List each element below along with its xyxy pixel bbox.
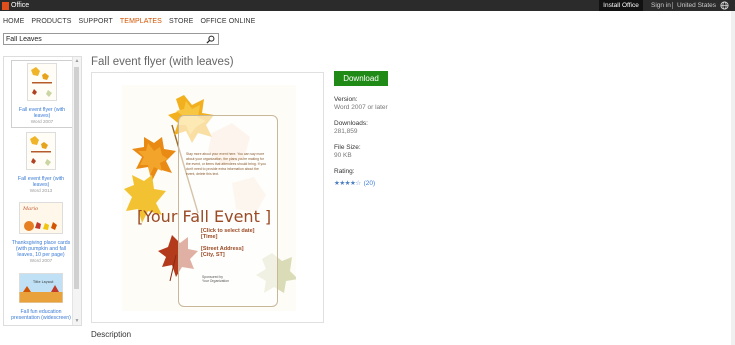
template-title: Fall event flyer (with leaves) bbox=[91, 56, 234, 68]
flyer-date-block: [Click to select date] [Time] bbox=[201, 228, 255, 240]
thumbnail-caption: Thanksgiving place cards (with pumpkin a… bbox=[11, 240, 71, 258]
thumbnail-image: Title Layout bbox=[19, 273, 63, 303]
thumbnail-scrollbar[interactable]: ▲ ▼ bbox=[72, 57, 81, 325]
thumbnail-version: Word 2013 bbox=[29, 188, 53, 193]
scroll-down-arrow-icon[interactable]: ▼ bbox=[74, 318, 80, 324]
nav-office-online[interactable]: OFFICE ONLINE bbox=[200, 18, 255, 25]
version-info: Version: Word 2007 or later bbox=[334, 96, 388, 112]
filesize-label: File Size: bbox=[334, 144, 361, 151]
sign-in-link[interactable]: Sign in bbox=[651, 0, 671, 11]
search-input[interactable] bbox=[6, 34, 196, 44]
page-scrollbar[interactable] bbox=[731, 11, 735, 345]
flyer-body-text: Stay more about your event here. You can… bbox=[186, 152, 266, 176]
search-icon[interactable] bbox=[206, 35, 215, 44]
flyer-address-block: [Street Address] [City, ST] bbox=[201, 246, 244, 258]
download-button[interactable]: Download bbox=[334, 71, 388, 86]
filesize-info: File Size: 90 KB bbox=[334, 144, 361, 160]
thumbnail-version: Word 2007 bbox=[29, 258, 53, 263]
downloads-value: 281,859 bbox=[334, 128, 358, 135]
thumbnail-preview-text: Title Layout bbox=[32, 280, 54, 284]
flyer-time: [Time] bbox=[201, 234, 218, 240]
template-thumbnail-list: Fall event flyer (with leaves) Word 2007… bbox=[3, 56, 82, 326]
nav-templates[interactable]: TEMPLATES bbox=[120, 18, 162, 25]
rating-label: Rating: bbox=[334, 168, 355, 175]
nav-home[interactable]: HOME bbox=[3, 18, 24, 25]
thumbnail-version: Word 2007 bbox=[30, 119, 54, 124]
star-rating-icon: ★★★★☆ bbox=[334, 180, 361, 187]
flyer-sponsor: Sponsored by Your Organization bbox=[202, 275, 229, 283]
version-value: Word 2007 or later bbox=[334, 104, 388, 111]
flyer-sponsor-org: Your Organization bbox=[202, 279, 230, 283]
rating-info: Rating: bbox=[334, 168, 355, 176]
flyer-city: [City, ST] bbox=[201, 252, 225, 258]
flyer-event-title: [Your Fall Event ] bbox=[137, 207, 272, 226]
thumbnail-item[interactable]: Fall event flyer (with leaves) Word 2013 bbox=[11, 130, 71, 196]
region-link[interactable]: United States bbox=[677, 0, 716, 11]
filesize-value: 90 KB bbox=[334, 152, 352, 159]
downloads-info: Downloads: 281,859 bbox=[334, 120, 368, 136]
rating-count-link[interactable]: (20) bbox=[364, 180, 376, 187]
thumbnail-caption: Fall event flyer (with leaves) bbox=[17, 176, 65, 188]
nav-store[interactable]: STORE bbox=[169, 18, 194, 25]
thumbnail-item[interactable]: Mario Thanksgiving place cards (with pum… bbox=[11, 202, 71, 276]
scrollbar-thumb[interactable] bbox=[74, 67, 79, 289]
thumbnail-caption: Fall event flyer (with leaves) bbox=[18, 107, 66, 119]
office-logo-icon bbox=[2, 1, 9, 10]
search-box bbox=[3, 33, 219, 45]
thumbnail-image bbox=[26, 132, 56, 170]
template-preview: Stay more about your event here. You can… bbox=[91, 72, 324, 323]
thumbnail-item[interactable]: Title Layout Fall fun education presenta… bbox=[11, 273, 71, 325]
description-heading: Description bbox=[91, 330, 132, 339]
nav-products[interactable]: PRODUCTS bbox=[31, 18, 71, 25]
thumbnail-image: Mario bbox=[19, 202, 63, 234]
office-logo-text: Office bbox=[11, 2, 30, 9]
flyer-preview: Stay more about your event here. You can… bbox=[122, 85, 296, 311]
thumbnail-item[interactable]: Fall event flyer (with leaves) Word 2007 bbox=[11, 60, 73, 128]
main-nav: HOME PRODUCTS SUPPORT TEMPLATES STORE OF… bbox=[3, 18, 255, 25]
top-bar: Office Install Office Sign in United Sta… bbox=[0, 0, 735, 11]
divider bbox=[672, 2, 673, 9]
nav-support[interactable]: SUPPORT bbox=[79, 18, 113, 25]
globe-icon[interactable] bbox=[720, 1, 729, 10]
office-logo[interactable]: Office bbox=[2, 1, 29, 10]
scroll-up-arrow-icon[interactable]: ▲ bbox=[74, 58, 80, 64]
version-label: Version: bbox=[334, 96, 358, 103]
thumbnail-caption: Fall fun education presentation (widescr… bbox=[11, 309, 71, 321]
rating-stars[interactable]: ★★★★☆ (20) bbox=[334, 179, 376, 188]
thumbnail-image bbox=[27, 63, 57, 101]
install-office-button[interactable]: Install Office bbox=[599, 0, 643, 11]
thumbnail-preview-text: Mario bbox=[22, 206, 38, 212]
downloads-label: Downloads: bbox=[334, 120, 368, 127]
